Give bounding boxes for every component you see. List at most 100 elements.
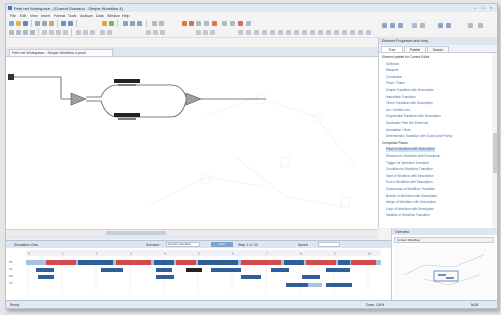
timeline-bar-blue[interactable] bbox=[241, 275, 261, 279]
view-icon[interactable] bbox=[350, 30, 355, 35]
cut-icon[interactable] bbox=[35, 21, 40, 26]
palette-item[interactable]: Subprocess of Workflow Transition bbox=[386, 187, 435, 192]
snap-icon[interactable] bbox=[153, 30, 158, 35]
palette-item[interactable]: Timed Transition with Description bbox=[386, 101, 433, 106]
align-left-icon[interactable] bbox=[76, 30, 81, 35]
new-icon[interactable] bbox=[9, 21, 14, 26]
palette-item[interactable]: Merge of Workflow with Description bbox=[386, 200, 436, 205]
paste-icon[interactable] bbox=[49, 21, 54, 26]
tab-tree[interactable]: Tree bbox=[381, 46, 403, 52]
maximize-button[interactable]: □ bbox=[480, 5, 486, 10]
help-icon[interactable] bbox=[246, 21, 251, 26]
palette-item[interactable]: Marquee bbox=[386, 68, 399, 73]
italic-icon[interactable] bbox=[56, 30, 61, 35]
palette-item[interactable]: Trigger for Workflow Transition bbox=[386, 161, 429, 166]
underline-icon[interactable] bbox=[63, 30, 68, 35]
panel-filter-icon[interactable] bbox=[412, 23, 417, 28]
rotate-icon[interactable] bbox=[196, 30, 201, 35]
distribute-icon[interactable] bbox=[146, 30, 151, 35]
timeline-bar-blue[interactable] bbox=[326, 268, 350, 272]
timeline-bar-blue[interactable] bbox=[154, 260, 174, 265]
transition-icon[interactable] bbox=[23, 30, 28, 35]
flip-icon[interactable] bbox=[203, 30, 208, 35]
palette-item[interactable]: Loop of Workflow with Description bbox=[386, 207, 434, 212]
open-icon[interactable] bbox=[16, 21, 21, 26]
palette-group[interactable]: Element palette for Current Editor bbox=[382, 55, 429, 60]
scenario-select[interactable]: Current Scenario bbox=[166, 242, 200, 247]
start-simulation-button[interactable]: Start bbox=[211, 242, 233, 247]
menu-analyze[interactable]: Analyze bbox=[80, 14, 93, 18]
palette-item[interactable]: Start of Workflow with Description bbox=[386, 174, 434, 179]
palette-item[interactable]: Selection bbox=[386, 62, 399, 67]
align-right-icon[interactable] bbox=[90, 30, 95, 35]
more-icon[interactable] bbox=[366, 30, 371, 35]
marker-icon[interactable] bbox=[212, 21, 217, 26]
zoom-out-icon[interactable] bbox=[130, 21, 135, 26]
guard-icon[interactable] bbox=[246, 30, 251, 35]
panel-tree-icon[interactable] bbox=[382, 23, 387, 28]
timeline-bar-light[interactable] bbox=[308, 283, 322, 287]
menu-edit[interactable]: Edit bbox=[20, 14, 26, 18]
zoom-in-icon[interactable] bbox=[123, 21, 128, 26]
redo-icon[interactable] bbox=[68, 21, 73, 26]
place-icon[interactable] bbox=[16, 30, 21, 35]
palette-item[interactable]: Deterministic Transition with Guard and … bbox=[386, 134, 452, 139]
palette-group[interactable]: Composite Places bbox=[382, 141, 408, 146]
play-icon[interactable] bbox=[109, 21, 114, 26]
palette-item[interactable]: Variable of Workflow Transition bbox=[386, 213, 430, 218]
menu-file[interactable]: File bbox=[10, 14, 16, 18]
menu-tools[interactable]: Tools bbox=[68, 14, 76, 18]
timeline-bar-red[interactable] bbox=[176, 260, 196, 265]
palette-item[interactable]: Condition for Workflow Transition bbox=[386, 167, 433, 172]
palette-item[interactable]: Simple Transition with Description bbox=[386, 88, 434, 93]
line-color-icon[interactable] bbox=[100, 30, 105, 35]
tab-search[interactable]: Search bbox=[427, 46, 449, 52]
timeline-bar-red[interactable] bbox=[241, 260, 281, 265]
table-icon[interactable] bbox=[310, 30, 315, 35]
note-icon[interactable] bbox=[294, 30, 299, 35]
panel-close-icon[interactable] bbox=[478, 23, 483, 28]
panel-pin-icon[interactable] bbox=[468, 23, 473, 28]
undo-icon[interactable] bbox=[61, 21, 66, 26]
priority-icon[interactable] bbox=[254, 30, 259, 35]
palette-item[interactable]: Place / Token bbox=[386, 81, 405, 86]
settings-icon[interactable] bbox=[334, 30, 339, 35]
palette-item[interactable]: Connection bbox=[386, 75, 402, 80]
timeline-bar-blue[interactable] bbox=[156, 268, 172, 272]
print-icon[interactable] bbox=[230, 21, 235, 26]
overview-thumbnail[interactable] bbox=[394, 245, 496, 297]
timeline-bar-red[interactable] bbox=[46, 260, 76, 265]
element-list-scroll-thumb[interactable] bbox=[493, 133, 497, 173]
palette-item[interactable]: Immediate Transition bbox=[386, 95, 416, 100]
timeline-bar-blue[interactable] bbox=[284, 260, 304, 265]
pointer-icon[interactable] bbox=[9, 30, 14, 35]
weight-icon[interactable] bbox=[270, 30, 275, 35]
stop-icon[interactable] bbox=[189, 21, 194, 26]
link-icon[interactable] bbox=[302, 30, 307, 35]
copy-icon[interactable] bbox=[42, 21, 47, 26]
document-tab[interactable]: Petri net Workspace - Simple Workflow 4.… bbox=[9, 48, 113, 56]
label-icon[interactable] bbox=[286, 30, 291, 35]
save-icon[interactable] bbox=[23, 21, 28, 26]
timeline-bar-red[interactable] bbox=[351, 260, 376, 265]
timeline-bar-blue[interactable] bbox=[271, 268, 289, 272]
palette-item[interactable]: Exponential Transition with Description bbox=[386, 114, 441, 119]
timeline-bar-blue[interactable] bbox=[302, 275, 320, 279]
panel-collapse-icon[interactable] bbox=[446, 23, 451, 28]
capacity-icon[interactable] bbox=[278, 30, 283, 35]
palette-item[interactable]: Resource in Workflow with Description bbox=[386, 154, 440, 159]
align-icon[interactable] bbox=[159, 21, 164, 26]
diagram-canvas[interactable] bbox=[6, 57, 378, 229]
panel-search-icon[interactable] bbox=[398, 23, 403, 28]
palette-item[interactable]: Branch of Workflow with Description bbox=[386, 194, 437, 199]
delay-icon[interactable] bbox=[262, 30, 267, 35]
speed-select[interactable] bbox=[318, 242, 340, 247]
lock-icon[interactable] bbox=[210, 30, 215, 35]
fill-color-icon[interactable] bbox=[107, 30, 112, 35]
timeline-bar-red[interactable] bbox=[306, 260, 336, 265]
close-button[interactable]: × bbox=[488, 5, 494, 10]
palette-item[interactable]: Annotation / Note bbox=[386, 128, 411, 133]
bold-icon[interactable] bbox=[49, 30, 54, 35]
layers-icon[interactable] bbox=[358, 30, 363, 35]
layout-icon[interactable] bbox=[196, 21, 201, 26]
